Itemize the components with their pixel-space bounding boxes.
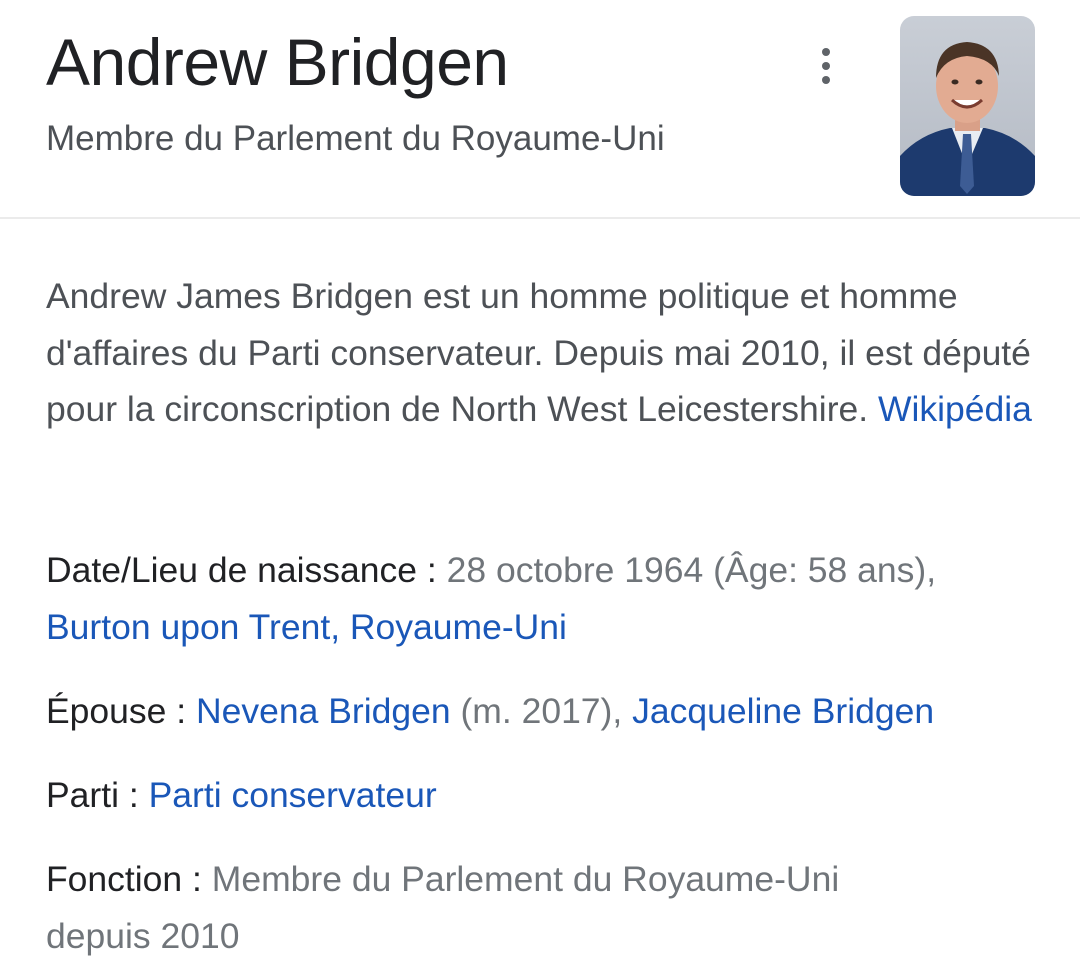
fact-separator: : <box>182 859 212 899</box>
person-portrait-icon <box>900 16 1035 196</box>
fact-party: Parti : Parti conservateur <box>46 767 1046 824</box>
spouse-link-nevena[interactable]: Nevena Bridgen <box>196 691 451 731</box>
entity-title: Andrew Bridgen <box>46 25 509 99</box>
fact-spouse: Épouse : Nevena Bridgen (m. 2017), Jacqu… <box>46 683 1046 740</box>
fact-birth: Date/Lieu de naissance : 28 octobre 1964… <box>46 542 1046 655</box>
fact-birth-value: 28 octobre 1964 (Âge: 58 ans), <box>446 550 937 590</box>
fact-office-label: Fonction <box>46 859 183 899</box>
birthplace-link[interactable]: Burton upon Trent, Royaume-Uni <box>46 607 567 647</box>
more-dot <box>822 48 830 56</box>
fact-spouse-label: Épouse <box>46 691 167 731</box>
spouse-marriage-info: (m. 2017), <box>450 691 633 731</box>
party-link[interactable]: Parti conservateur <box>149 775 437 815</box>
fact-separator: : <box>166 691 196 731</box>
fact-separator: : <box>119 775 149 815</box>
knowledge-panel-header: Andrew Bridgen Membre du Parlement du Ro… <box>0 0 1080 219</box>
more-vert-icon[interactable] <box>806 44 846 88</box>
entity-subtitle: Membre du Parlement du Royaume-Uni <box>46 119 665 158</box>
entity-description: Andrew James Bridgen est un homme politi… <box>46 268 1036 438</box>
fact-birth-label: Date/Lieu de naissance <box>46 550 418 590</box>
fact-separator: : <box>417 550 447 590</box>
fact-office: Fonction : Membre du Parlement du Royaum… <box>46 851 926 964</box>
spouse-link-jacqueline[interactable]: Jacqueline Bridgen <box>632 691 934 731</box>
wikipedia-link[interactable]: Wikipédia <box>878 389 1032 429</box>
entity-photo[interactable] <box>900 16 1035 196</box>
more-dot <box>822 62 830 70</box>
more-dot <box>822 76 830 84</box>
fact-party-label: Parti <box>46 775 119 815</box>
